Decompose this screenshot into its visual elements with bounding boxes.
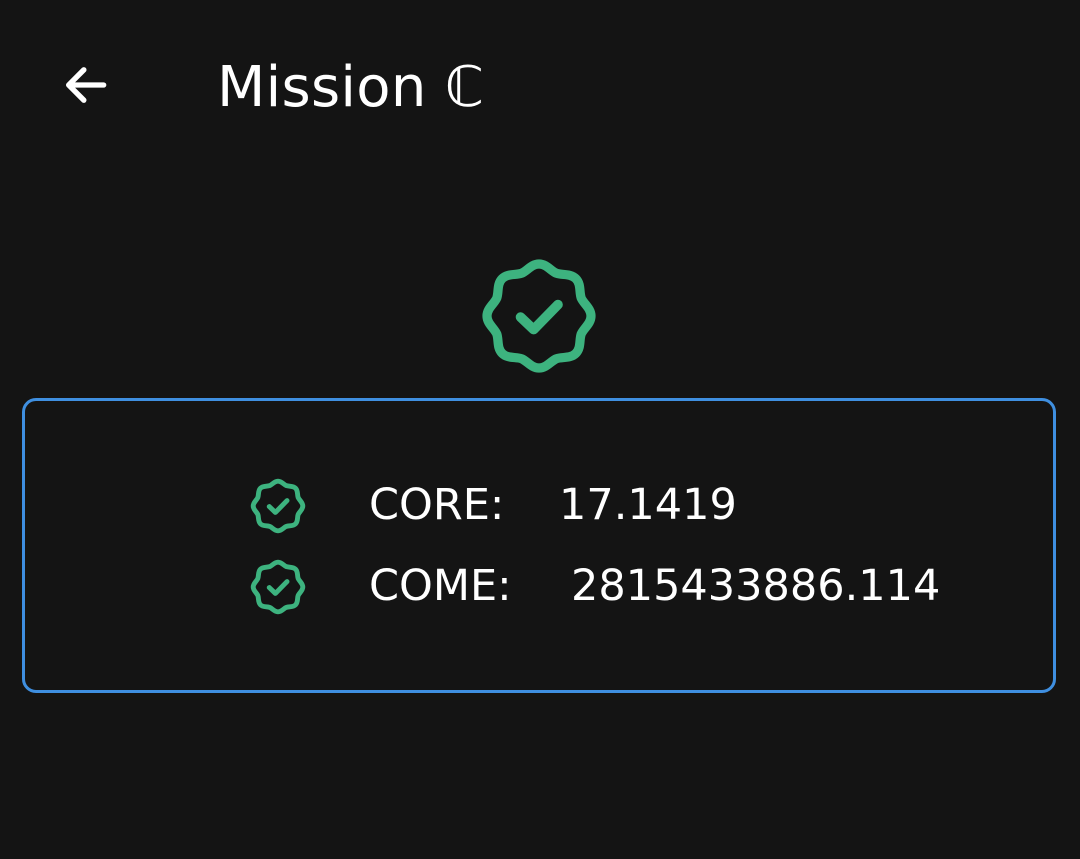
arrow-left-icon — [65, 67, 107, 103]
back-button[interactable] — [50, 50, 120, 120]
row-status-icon — [247, 475, 309, 537]
verified-badge-icon — [250, 559, 306, 615]
core-label: CORE: — [369, 480, 505, 530]
verified-badge-icon — [250, 478, 306, 534]
core-value: 17.1419 — [559, 480, 737, 530]
page-title: Mission ℂ — [217, 55, 485, 120]
result-row-core: CORE: 17.1419 — [25, 471, 1053, 537]
come-value: 2815433886.114 — [571, 561, 941, 611]
app-bar: Mission ℂ — [0, 0, 1080, 172]
come-label: COME: — [369, 561, 512, 611]
result-card: CORE: 17.1419 COME: 2815433886.114 — [22, 398, 1056, 693]
row-status-icon — [247, 556, 309, 618]
status-verified-icon — [474, 251, 604, 381]
result-row-come: COME: 2815433886.114 — [25, 552, 1053, 618]
verified-badge-icon — [482, 259, 596, 373]
